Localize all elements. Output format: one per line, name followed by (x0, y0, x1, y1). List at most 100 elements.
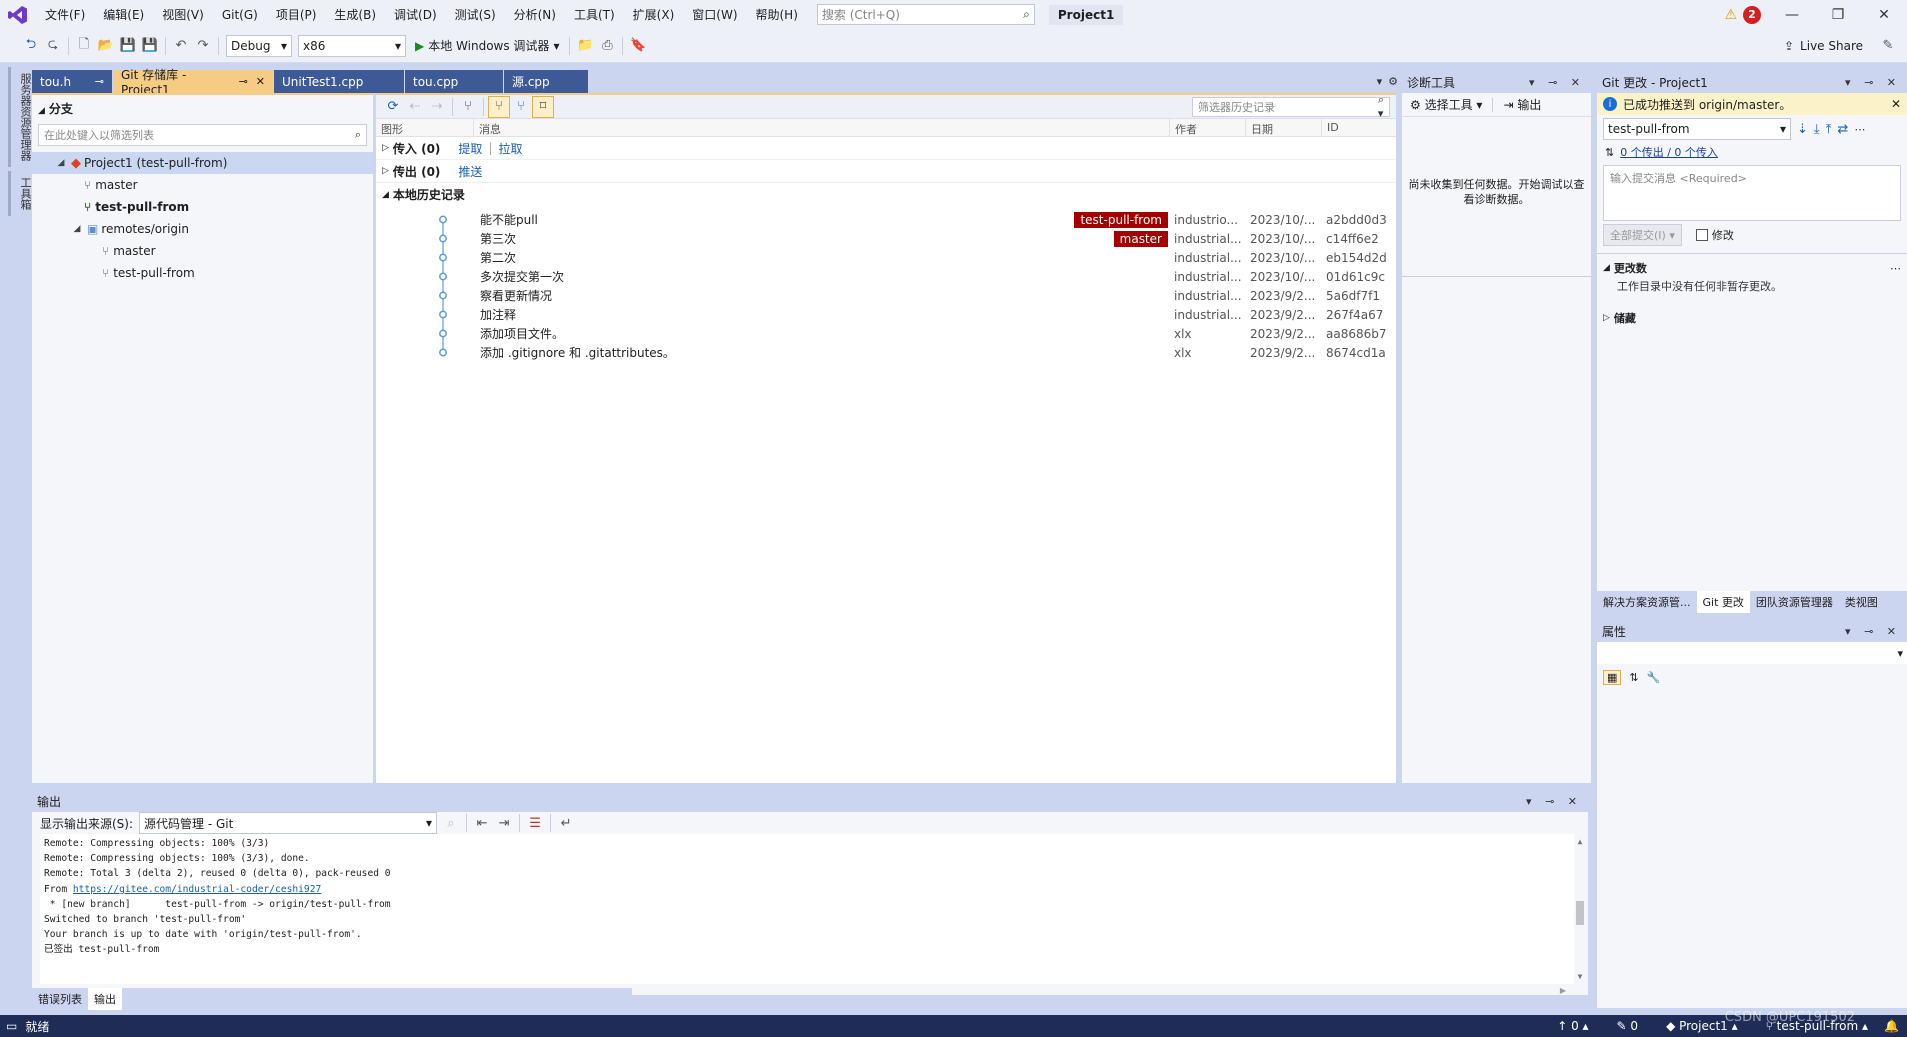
undo-icon[interactable]: ↶ (170, 35, 192, 57)
menu-item[interactable]: 扩展(X) (624, 0, 684, 29)
repo-node[interactable]: ◢ ◆ Project1 (test-pull-from) (32, 152, 373, 174)
save-all-icon[interactable]: 💾 (139, 35, 161, 57)
amend-checkbox[interactable]: 修改 (1695, 227, 1734, 243)
commit-row[interactable]: 第二次 industrial... 2023/10/... eb154d2d (376, 248, 1396, 267)
menu-item[interactable]: 项目(P) (267, 0, 326, 29)
branch-tag[interactable]: master (1113, 230, 1168, 247)
pending-changes-indicator[interactable]: ✎ 0 (1617, 1019, 1639, 1033)
config-select[interactable]: Debug ▾ (226, 34, 292, 57)
commit-all-button[interactable]: 全部提交(I) ▾ (1603, 224, 1682, 246)
categorized-icon[interactable]: ▦ (1603, 669, 1622, 685)
pin-icon[interactable]: ⊸ (95, 75, 104, 88)
menu-item[interactable]: 调试(D) (385, 0, 446, 29)
search-input[interactable]: 搜索 (Ctrl+Q) ⌕ (816, 4, 1035, 25)
output-text[interactable]: Remote: Compressing objects: 100% (3/3) R… (40, 834, 1584, 984)
branches-header[interactable]: ◢ 分支 (32, 95, 373, 122)
start-debug-button[interactable]: ▶ 本地 Windows 调试器 ▾ (415, 37, 559, 54)
refresh-icon[interactable]: ⟳ (382, 96, 404, 118)
property-pages-icon[interactable]: 🔧 (1647, 671, 1661, 684)
diag-output-button[interactable]: ⇥ 输出 (1503, 96, 1541, 113)
menu-item[interactable]: 生成(B) (325, 0, 385, 29)
more-options-icon[interactable]: ⋯ (1854, 123, 1865, 136)
tab-unittest1-cpp[interactable]: UnitTest1.cpp (274, 70, 404, 93)
bookmark-icon[interactable]: 🔖 (627, 35, 649, 57)
menu-item[interactable]: 工具(T) (565, 0, 624, 29)
nav-next-icon[interactable]: ⇢ (426, 96, 448, 118)
menu-item[interactable]: 分析(N) (505, 0, 565, 29)
compare-icon[interactable]: ⑂ (457, 96, 479, 118)
branch-test-pull-from[interactable]: ⑂ test-pull-from (32, 196, 373, 218)
new-project-icon[interactable]: 🗋 (73, 35, 95, 57)
browse-icon[interactable]: 📁 (574, 35, 596, 57)
col-id[interactable]: ID (1322, 119, 1396, 136)
menu-item[interactable]: 文件(F) (36, 0, 94, 29)
alphabetical-icon[interactable]: ⇅ (1629, 671, 1638, 684)
col-author[interactable]: 作者 (1170, 119, 1246, 136)
menu-item[interactable]: 测试(S) (446, 0, 505, 29)
branch-master[interactable]: ⑂ master (32, 174, 373, 196)
back-icon[interactable]: ⮌ (20, 35, 42, 57)
panel-controls[interactable]: ▾ ⊸ ✕ (1529, 76, 1585, 89)
vertical-scrollbar[interactable]: ▲ ▼ (1574, 834, 1586, 984)
commit-row[interactable]: 添加 .gitignore 和 .gitattributes。 xlx 2023/9… (376, 343, 1396, 362)
commit-row[interactable]: 能不能pull industrio... 2023/10/... a2bdd0d3 te… (376, 210, 1396, 229)
restore-icon[interactable]: ❐ (1815, 0, 1861, 29)
tab-tou-cpp[interactable]: tou.cpp (405, 70, 503, 93)
platform-select[interactable]: x86 ▾ (298, 34, 406, 57)
tab-git-repository[interactable]: Git 存储库 - Project1 ⊸ ✕ (113, 68, 273, 97)
fetch-icon[interactable]: ⇣ (1797, 122, 1808, 137)
notifications-icon[interactable]: 🔔 (1884, 1019, 1899, 1033)
col-graph[interactable]: 图形 (376, 119, 474, 136)
push-link[interactable]: 推送 (458, 163, 482, 180)
commit-row[interactable]: 察看更新情况 industrial... 2023/9/2... 5a6df7f1 (376, 286, 1396, 305)
commit-row[interactable]: 第三次 industrial... 2023/10/... c14ff6e2 maste… (376, 229, 1396, 248)
minimize-icon[interactable]: — (1769, 0, 1815, 29)
remote-branches-icon[interactable]: ⑂ (510, 96, 532, 118)
pull-icon[interactable]: ⤓ (1814, 122, 1820, 137)
fetch-link[interactable]: 提取 (458, 140, 482, 157)
commits-ahead-indicator[interactable]: ↑ 0 ▴ (1557, 1019, 1588, 1033)
open-file-icon[interactable]: 📂 (95, 35, 117, 57)
commit-row[interactable]: 加注释 industrial... 2023/9/2... 267f4a67 (376, 305, 1396, 324)
pull-link[interactable]: 拉取 (498, 140, 522, 157)
incoming-group[interactable]: ▷ 传入 (0) 提取 | 拉取 (376, 137, 1396, 160)
close-window-icon[interactable]: ✕ (1861, 0, 1907, 29)
nav-prev-icon[interactable]: ⇠ (404, 96, 426, 118)
remote-url-link[interactable]: https://gitee.com/industrial-coder/ceshi… (73, 884, 321, 895)
tab-yuan-cpp[interactable]: 源.cpp (504, 70, 588, 93)
commit-message-input[interactable]: 输入提交消息 <Required> (1603, 165, 1901, 221)
tab-output[interactable]: 输出 (88, 988, 122, 1010)
branch-select[interactable]: test-pull-from ▾ (1603, 118, 1791, 140)
col-message[interactable]: 消息 (474, 119, 1170, 136)
local-history-group[interactable]: ◢ 本地历史记录 (376, 183, 1396, 206)
tab-team-explorer[interactable]: 团队资源管理器 (1750, 591, 1839, 613)
clear-all-icon[interactable]: ☰ (524, 812, 546, 834)
find-message-icon[interactable]: ⌕ (440, 812, 462, 834)
word-wrap-icon[interactable]: ↵ (555, 812, 577, 834)
push-icon[interactable]: ⤒ (1826, 122, 1832, 137)
close-info-icon[interactable]: ✕ (1891, 97, 1901, 111)
panel-controls[interactable]: ▾ ⊸ ✕ (1845, 76, 1901, 89)
screenshot-icon[interactable]: ⎙ (596, 35, 618, 57)
expand-icon[interactable]: ◢ (54, 158, 68, 168)
vs-logo-icon[interactable] (0, 5, 36, 25)
commit-row[interactable]: 多次提交第一次 industrial... 2023/10/... 01d61c9c (376, 267, 1396, 286)
more-options-icon[interactable]: ⋯ (1890, 262, 1901, 275)
outgoing-group[interactable]: ▷ 传出 (0) 推送 (376, 160, 1396, 183)
expand-icon[interactable]: ◢ (70, 224, 84, 234)
col-date[interactable]: 日期 (1246, 119, 1322, 136)
close-tab-icon[interactable]: ✕ (256, 75, 265, 88)
menu-item[interactable]: 窗口(W) (683, 0, 746, 29)
stash-section-header[interactable]: ▷ 储藏 (1597, 308, 1907, 328)
menu-item[interactable]: 帮助(H) (747, 0, 807, 29)
remote-branch-test-pull-from[interactable]: ⑂ test-pull-from (32, 262, 373, 284)
forward-icon[interactable]: ⮎ (42, 35, 64, 57)
save-icon[interactable]: 💾 (117, 35, 139, 57)
redo-icon[interactable]: ↷ (192, 35, 214, 57)
branch-tag[interactable]: test-pull-from (1074, 211, 1168, 228)
changes-section-header[interactable]: ◢ 更改数 ⋯ (1597, 258, 1907, 278)
pin-icon[interactable]: ⊸ (239, 75, 248, 88)
remotes-origin-node[interactable]: ◢ ▣ remotes/origin (32, 218, 373, 240)
settings-gear-icon[interactable]: ⚙ (1388, 75, 1398, 88)
branch-filter-input[interactable]: 在此处键入以筛选列表 ⌕ (38, 124, 367, 146)
